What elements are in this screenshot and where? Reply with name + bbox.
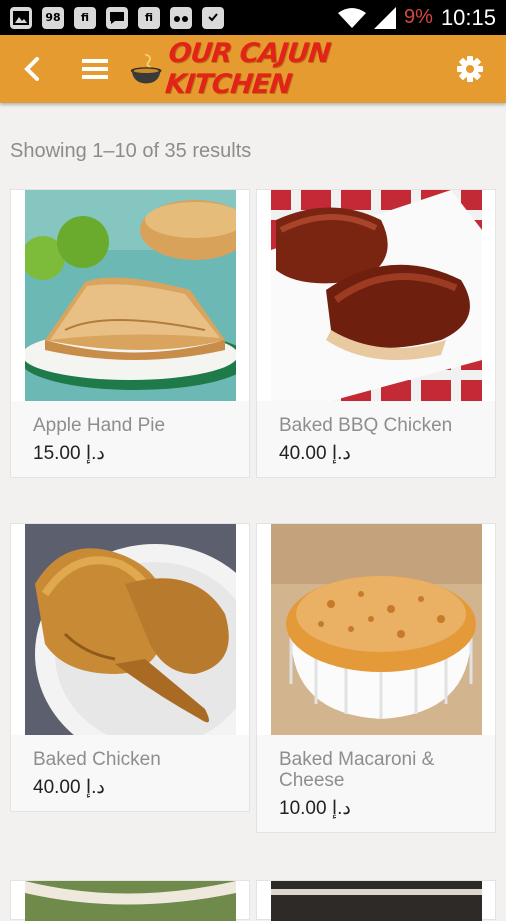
logo-text: OUR CAJUN KITCHEN (163, 38, 332, 100)
product-price: 40.00 د.إ (33, 777, 105, 798)
image-icon (10, 6, 32, 29)
product-image-partial[interactable] (24, 881, 236, 921)
product-card[interactable]: Baked BBQ Chicken 40.00 د.إ (256, 189, 496, 478)
product-price: 40.00 د.إ (279, 443, 351, 464)
app-bar: OUR CAJUN KITCHEN (0, 35, 506, 103)
app-logo[interactable]: OUR CAJUN KITCHEN (129, 38, 434, 100)
product-name[interactable]: Apple Hand Pie (33, 415, 227, 436)
product-image-baked-chicken[interactable] (24, 524, 236, 735)
pot-logo-icon (130, 53, 162, 84)
status-bar: 98 fi fi 9% 10:15 (0, 0, 506, 35)
product-card-partial[interactable] (10, 880, 250, 921)
fi-icon: fi (138, 6, 160, 29)
results-count: Showing 1–10 of 35 results (10, 140, 252, 162)
product-card[interactable]: Baked Chicken 40.00 د.إ (10, 523, 250, 812)
chat-icon (106, 6, 128, 29)
notification-icons: 98 fi fi (10, 6, 224, 29)
clock: 10:15 (440, 4, 496, 30)
product-image-apple-hand-pie[interactable] (24, 190, 236, 401)
product-name[interactable]: Baked BBQ Chicken (279, 415, 473, 436)
product-card[interactable]: Apple Hand Pie 15.00 د.إ (10, 189, 250, 478)
clipboard-check-icon (202, 6, 224, 29)
battery-level: 9% (404, 6, 433, 28)
product-name[interactable]: Baked Macaroni & Cheese (279, 749, 473, 791)
product-price: 10.00 د.إ (279, 798, 351, 819)
product-name[interactable]: Baked Chicken (33, 749, 227, 770)
product-image-baked-macaroni-cheese[interactable] (270, 524, 482, 735)
gear-icon (456, 56, 483, 82)
product-card[interactable]: Baked Macaroni & Cheese 10.00 د.إ (256, 523, 496, 833)
back-button[interactable] (0, 35, 63, 103)
cyanogen-icon (170, 6, 192, 29)
wifi-icon (338, 7, 367, 28)
product-image-baked-bbq-chicken[interactable] (270, 190, 482, 401)
settings-button[interactable] (434, 35, 506, 103)
cat-badge-icon: 98 (42, 6, 64, 29)
signal-icon (374, 6, 397, 29)
menu-button[interactable] (63, 35, 126, 103)
fi-icon: fi (74, 6, 96, 29)
product-image-partial[interactable] (270, 881, 482, 921)
hamburger-icon (81, 59, 108, 79)
back-chevron-icon (23, 57, 39, 81)
product-price: 15.00 د.إ (33, 443, 105, 464)
product-card-partial[interactable] (256, 880, 496, 921)
